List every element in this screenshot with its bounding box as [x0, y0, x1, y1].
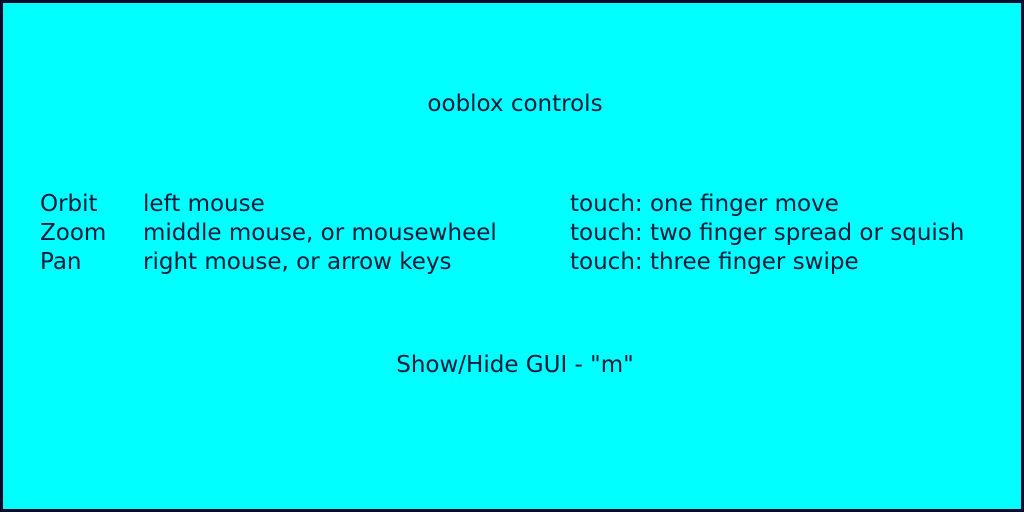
controls-help-panel: ooblox controls Orbit left mouse touch: …: [0, 0, 1024, 512]
control-mouse-description: left mouse: [143, 191, 265, 217]
control-row-orbit: Orbit left mouse touch: one finger move: [40, 190, 1024, 219]
control-action-label: Zoom: [40, 220, 107, 246]
control-touch-description: touch: one finger move: [570, 191, 839, 217]
gui-toggle-hint: Show/Hide GUI - "m": [396, 352, 634, 378]
control-action-label: Pan: [40, 249, 82, 275]
control-action-label: Orbit: [40, 191, 98, 217]
control-mouse-description: right mouse, or arrow keys: [143, 249, 452, 275]
control-mouse-description: middle mouse, or mousewheel: [143, 220, 497, 246]
panel-title: ooblox controls: [427, 91, 603, 117]
controls-table: Orbit left mouse touch: one finger move …: [40, 190, 1024, 277]
control-row-pan: Pan right mouse, or arrow keys touch: th…: [40, 248, 1024, 277]
control-touch-description: touch: three finger swipe: [570, 249, 859, 275]
control-row-zoom: Zoom middle mouse, or mousewheel touch: …: [40, 219, 1024, 248]
control-touch-description: touch: two finger spread or squish: [570, 220, 965, 246]
